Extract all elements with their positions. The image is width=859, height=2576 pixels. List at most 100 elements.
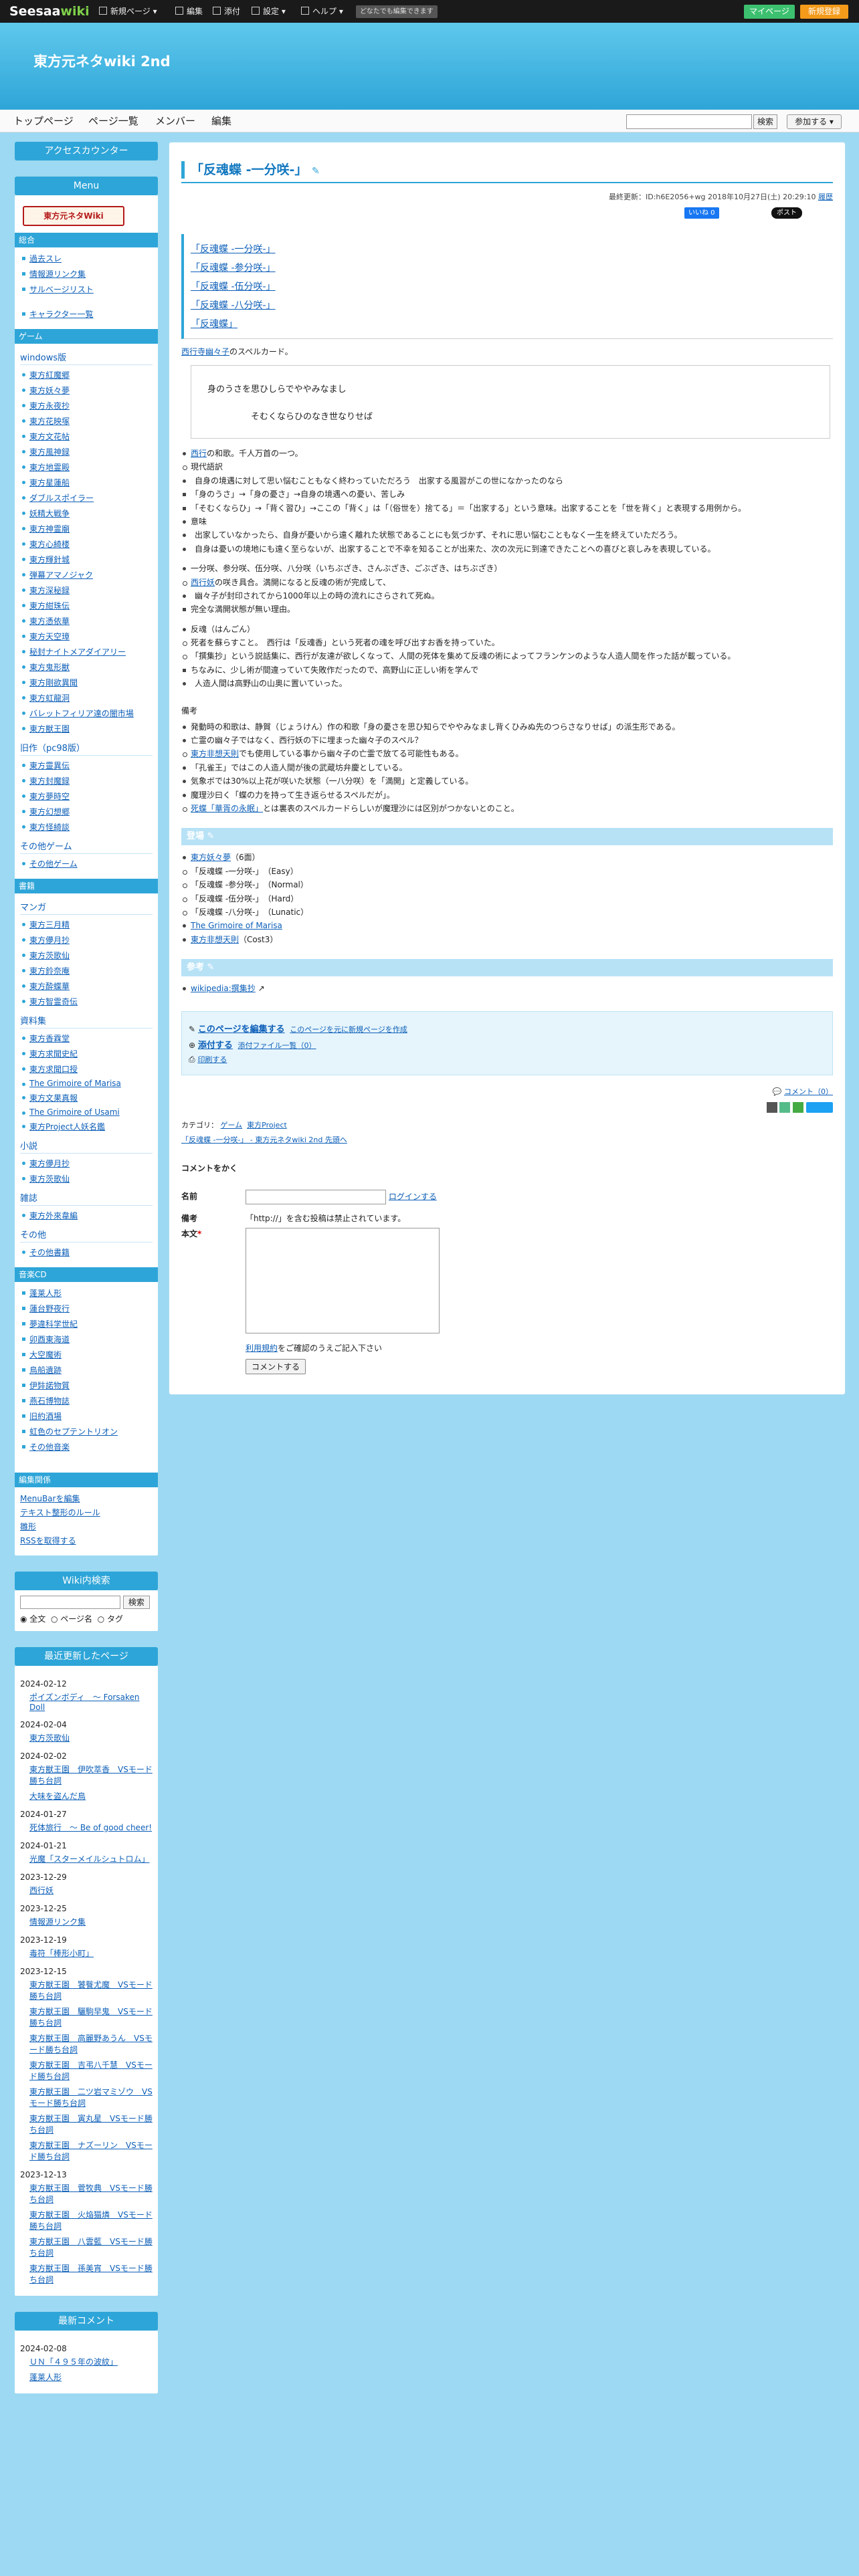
- sidebar-link-text[interactable]: バレットフィリア達の闇市場: [29, 709, 134, 718]
- sidebar-link-text[interactable]: MenuBarを編集: [20, 1494, 80, 1503]
- pencil-icon[interactable]: ✎: [312, 166, 320, 177]
- sidebar-search-input[interactable]: [20, 1596, 120, 1609]
- wiki-banner-image[interactable]: 東方元ネタWiki: [23, 206, 124, 226]
- sidebar-link-text[interactable]: 東方茨歌仙: [29, 1174, 70, 1184]
- sidebar-link-text[interactable]: 東方文果真報: [29, 1093, 78, 1103]
- sidebar-link-text[interactable]: 東方地霊殿: [29, 463, 70, 472]
- like-button[interactable]: いいね 0: [684, 207, 719, 219]
- sidebar-link-text[interactable]: 東方鬼形獣: [29, 663, 70, 672]
- submit-comment-button[interactable]: コメントする: [246, 1358, 306, 1374]
- recent-link[interactable]: 東方獣王園 二ツ岩マミゾウ VSモード勝ち台詞: [29, 2087, 153, 2108]
- recent-link[interactable]: ＵＮ「４９５年の波紋」: [29, 2357, 118, 2367]
- sidebar-link-text[interactable]: 東方憑依華: [29, 617, 70, 626]
- login-link[interactable]: ログインする: [389, 1192, 437, 1201]
- seesaa-wiki-logo[interactable]: Seesaawiki: [9, 4, 90, 19]
- recent-link[interactable]: 東方獣王園 伊吹萃香 VSモード勝ち台詞: [29, 1765, 153, 1786]
- sidebar-link-text[interactable]: 東方剛欲異聞: [29, 678, 78, 687]
- recent-link[interactable]: 東方獣王園 八雲藍 VSモード勝ち台詞: [29, 2237, 153, 2258]
- tumblr-icon[interactable]: [766, 1101, 777, 1113]
- hatena-bookmark-icon[interactable]: [806, 1101, 833, 1113]
- recent-link[interactable]: 東方茨歌仙: [29, 1733, 70, 1743]
- recent-link[interactable]: 光魔「スターメイルシュトロム」: [29, 1854, 150, 1864]
- sidebar-link-text[interactable]: The Grimoire of Marisa: [29, 1079, 121, 1088]
- sidebar-link-text[interactable]: 東方鈴奈庵: [29, 966, 70, 976]
- attach-menu[interactable]: 添付: [213, 0, 240, 23]
- sidebar-link-text[interactable]: 東方Project人妖名鑑: [29, 1122, 105, 1132]
- history-link[interactable]: 履歴: [818, 193, 833, 201]
- sidebar-link-text[interactable]: 東方茨歌仙: [29, 951, 70, 960]
- sidebar-link-text[interactable]: 夢違科学世紀: [29, 1319, 78, 1329]
- sidebar-link-text[interactable]: 東方香霖堂: [29, 1034, 70, 1043]
- register-button[interactable]: 新規登録: [800, 5, 848, 19]
- settings-menu[interactable]: 設定 ▾: [252, 0, 286, 23]
- recent-link[interactable]: 東方獣王園 孫美宵 VSモード勝ち台詞: [29, 2264, 153, 2284]
- sidebar-link-text[interactable]: 東方求聞史紀: [29, 1049, 78, 1059]
- nav-page-list[interactable]: ページ一覧: [88, 110, 138, 132]
- recent-link[interactable]: 東方獣王園 高麗野あうん VSモード勝ち台詞: [29, 2034, 153, 2054]
- sidebar-link-text[interactable]: 蓬莱人形: [29, 1289, 62, 1298]
- sidebar-link-text[interactable]: 妖精大戦争: [29, 509, 70, 518]
- sidebar-link-text[interactable]: その他ゲーム: [29, 859, 78, 869]
- recent-link[interactable]: 情報源リンク集: [29, 1917, 86, 1927]
- nav-edit[interactable]: 編集: [211, 110, 231, 132]
- sidebar-link-text[interactable]: 東方獣王園: [29, 724, 70, 734]
- sidebar-link-text[interactable]: 東方儚月抄: [29, 1159, 70, 1168]
- mypage-button[interactable]: マイページ: [744, 5, 795, 19]
- attach-link[interactable]: 添付する: [198, 1041, 233, 1051]
- sidebar-link-text[interactable]: 東方夢時空: [29, 792, 70, 801]
- sidebar-link-text[interactable]: 東方風神録: [29, 447, 70, 457]
- sidebar-link-text[interactable]: その他書籍: [29, 1248, 70, 1257]
- sidebar-link-text[interactable]: 伊弉諾物質: [29, 1381, 70, 1390]
- sidebar-link-text[interactable]: 東方虹龍洞: [29, 693, 70, 703]
- recent-link[interactable]: 東方獣王園 寅丸星 VSモード勝ち台詞: [29, 2114, 153, 2135]
- recent-link[interactable]: 蓬莱人形: [29, 2373, 62, 2382]
- sidebar-link-text[interactable]: 東方求聞口授: [29, 1065, 78, 1074]
- recent-link[interactable]: 東方獣王園 驪駒早鬼 VSモード勝ち台詞: [29, 2007, 153, 2028]
- terms-link[interactable]: 利用規約: [246, 1344, 278, 1353]
- sidebar-link-text[interactable]: 東方心綺楼: [29, 540, 70, 549]
- sidebar-link-text[interactable]: 東方神霊廟: [29, 524, 70, 534]
- sidebar-link-text[interactable]: 東方紺珠伝: [29, 601, 70, 611]
- site-title[interactable]: 東方元ネタwiki 2nd: [33, 51, 171, 71]
- sidebar-link-text[interactable]: The Grimoire of Usami: [29, 1107, 120, 1117]
- recent-link[interactable]: 大味を盗んだ鳥: [29, 1792, 86, 1801]
- comment-name-input[interactable]: [246, 1189, 386, 1204]
- radio-pagename[interactable]: ○ ページ名: [51, 1614, 92, 1624]
- sidebar-link-text[interactable]: 秘封ナイトメアダイアリー: [29, 647, 126, 657]
- sidebar-link-text[interactable]: 旧約酒場: [29, 1412, 62, 1421]
- toc-link[interactable]: 「反魂蝶」: [191, 319, 237, 330]
- sidebar-link-text[interactable]: 東方幻想郷: [29, 807, 70, 817]
- sidebar-link-text[interactable]: テキスト整形のルール: [20, 1508, 100, 1517]
- sidebar-search-button[interactable]: 検索: [122, 1596, 150, 1609]
- print-link[interactable]: 印刷する: [197, 1055, 227, 1064]
- sidebar-link-text[interactable]: 東方永夜抄: [29, 401, 70, 411]
- toc-link[interactable]: 「反魂蝶 -参分咲-」: [191, 263, 276, 274]
- edit-page-link[interactable]: このページを編集する: [198, 1025, 285, 1035]
- edit-menu[interactable]: 編集: [175, 0, 203, 23]
- sidebar-link-text[interactable]: 東方怪綺談: [29, 823, 70, 832]
- sidebar-link-text[interactable]: 蓮台野夜行: [29, 1304, 70, 1313]
- comment-body-textarea[interactable]: [246, 1227, 440, 1333]
- sidebar-link-text[interactable]: RSSを取得する: [20, 1536, 76, 1545]
- radio-tag[interactable]: ○ タグ: [98, 1614, 123, 1624]
- sidebar-link-text[interactable]: 東方智霊奇伝: [29, 997, 78, 1006]
- sidebar-link-text[interactable]: その他音楽: [29, 1442, 70, 1452]
- sidebar-link-text[interactable]: 東方靈異伝: [29, 761, 70, 770]
- new-page-menu[interactable]: 新規ページ ▾: [99, 0, 157, 23]
- toc-link[interactable]: 「反魂蝶 -八分咲-」: [191, 300, 276, 311]
- recent-link[interactable]: 死体旅行 ～ Be of good cheer!: [29, 1823, 152, 1832]
- line-icon[interactable]: [793, 1101, 804, 1113]
- nav-top-page[interactable]: トップページ: [13, 110, 74, 132]
- recent-link[interactable]: 東方獣王園 吉弔八千慧 VSモード勝ち台詞: [29, 2060, 153, 2081]
- sidebar-link-text[interactable]: 東方紅魔郷: [29, 370, 70, 380]
- recent-link[interactable]: 東方獣王園 菅牧典 VSモード勝ち台詞: [29, 2183, 153, 2204]
- sidebar-link-text[interactable]: 卯酉東海道: [29, 1335, 70, 1344]
- share-icon[interactable]: [779, 1101, 791, 1113]
- sidebar-link-text[interactable]: 東方酔蝶華: [29, 982, 70, 991]
- sidebar-link-text[interactable]: 東方三月精: [29, 920, 70, 930]
- recent-link[interactable]: 東方獣王園 饕餮尤魔 VSモード勝ち台詞: [29, 1980, 153, 2001]
- help-menu[interactable]: ヘルプ ▾: [301, 0, 343, 23]
- sidebar-link-text[interactable]: 東方儚月抄: [29, 936, 70, 945]
- back-to-top-link[interactable]: 「反魂蝶 -一分咲-」 - 東方元ネタwiki 2nd 先頭へ: [181, 1136, 347, 1144]
- header-search-input[interactable]: [626, 114, 752, 129]
